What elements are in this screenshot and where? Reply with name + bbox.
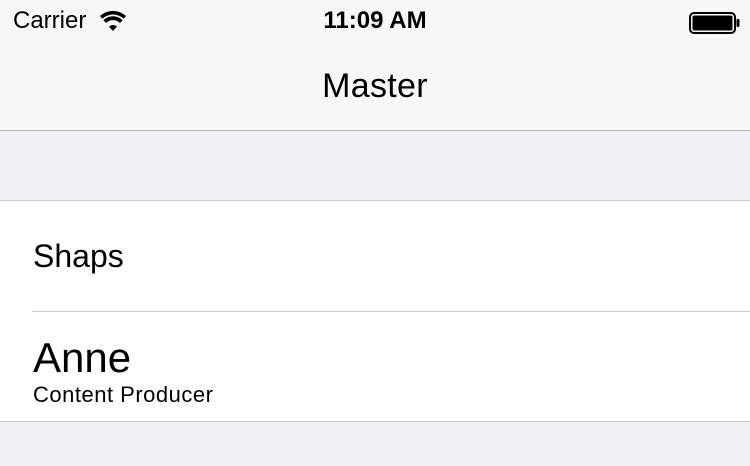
status-bar: Carrier 11:09 AM [0,0,750,40]
battery-icon [689,12,740,34]
list-item-shaps[interactable]: Shaps [0,201,750,311]
table-view: Shaps Anne Content Producer [0,200,750,422]
list-item-title: Anne [33,334,132,381]
list-item-title: Shaps [33,238,124,274]
navigation-bar: Master [0,40,750,131]
list-item-anne[interactable]: Anne Content Producer [0,311,750,421]
list-item-subtitle: Content Producer [33,382,214,407]
page-title: Master [322,67,428,105]
status-time: 11:09 AM [323,7,427,34]
